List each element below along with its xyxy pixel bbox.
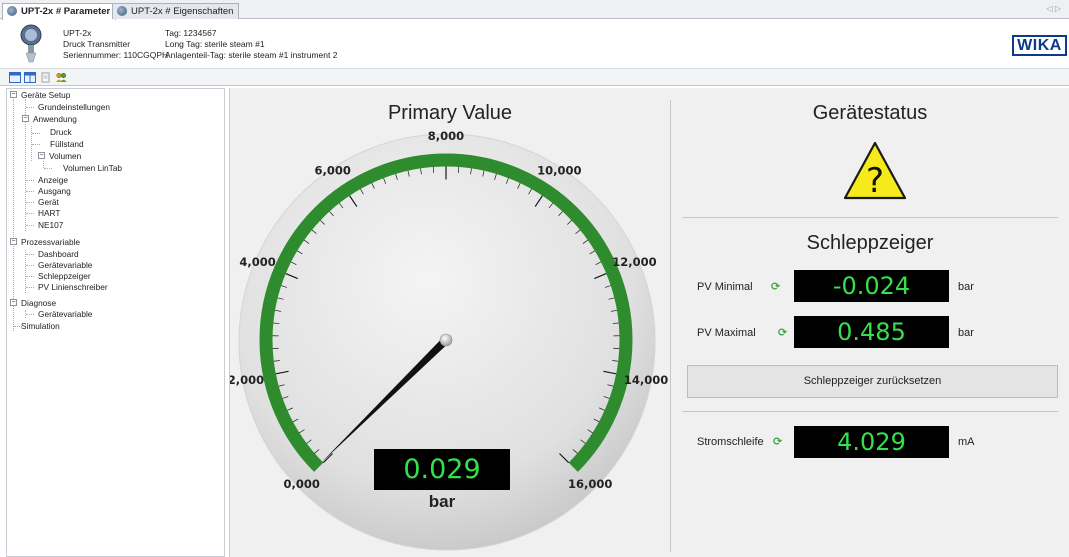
gauge-scale-label: 6,000 (314, 163, 350, 177)
tab-eigenschaften-label: UPT-2x # Eigenschaften (131, 6, 234, 17)
toolbar (0, 68, 1069, 86)
pv-max-unit: bar (958, 327, 974, 339)
device-icon (117, 6, 127, 16)
expander-icon[interactable]: − (10, 91, 17, 98)
loop-current-unit: mA (958, 436, 975, 448)
pv-min-display: -0.024 (794, 270, 949, 302)
tab-parameter[interactable]: UPT-2x # Parameter (2, 3, 117, 20)
navigation-tree: − Geräte Setup Grundeinstellungen − Anwe… (6, 88, 225, 557)
expander-icon[interactable]: − (10, 238, 17, 245)
tree-item-volumen[interactable]: Volumen (49, 151, 81, 161)
pv-min-unit: bar (958, 281, 974, 293)
loop-current-label: Stromschleife (697, 436, 764, 448)
transmitter-icon (20, 24, 42, 63)
tree-item-prozessvariable[interactable]: Prozessvariable (21, 237, 80, 247)
gauge-scale-label: 14,000 (624, 373, 668, 387)
expander-icon[interactable]: − (10, 299, 17, 306)
device-plant-tag: Anlagenteil-Tag: sterile steam #1 instru… (165, 50, 338, 60)
device-status-title: Gerätestatus (812, 102, 928, 124)
device-tag: Tag: 1234567 (165, 28, 217, 38)
tree-item-geraetevariable[interactable]: Gerätevariable (38, 260, 92, 270)
tree-item-ausgang[interactable]: Ausgang (38, 186, 71, 196)
tree-item-dashboard[interactable]: Dashboard (38, 249, 79, 259)
gauge-scale-label: 12,000 (612, 255, 656, 269)
warning-question-icon: ? (843, 141, 907, 201)
tree-item-diagnose[interactable]: Diagnose (21, 298, 56, 308)
tree-item-schleppzeiger[interactable]: Schleppzeiger (38, 271, 91, 281)
tree-item-anzeige[interactable]: Anzeige (38, 175, 68, 185)
document-icon[interactable] (40, 72, 52, 83)
users-icon[interactable] (55, 72, 67, 83)
tree-item-grundeinstellungen[interactable]: Grundeinstellungen (38, 102, 110, 112)
tree-item-ne107[interactable]: NE107 (38, 220, 63, 230)
pv-max-label: PV Maximal (697, 327, 756, 339)
tab-scroll-arrows[interactable]: ◁ ▷ (1046, 4, 1061, 13)
tree-item-druck[interactable]: Druck (50, 127, 72, 137)
gauge-scale-label: 10,000 (537, 163, 581, 177)
tree-item-hart[interactable]: HART (38, 208, 60, 218)
tree-item-volumen-lintab[interactable]: Volumen LinTab (63, 163, 122, 173)
tree-item-geraete-setup[interactable]: Geräte Setup (21, 90, 70, 100)
tree-item-geraet[interactable]: Gerät (38, 197, 59, 207)
tab-eigenschaften[interactable]: UPT-2x # Eigenschaften (112, 3, 240, 19)
device-long-tag: Long Tag: sterile steam #1 (165, 39, 265, 49)
refresh-icon[interactable]: ⟳ (778, 326, 787, 339)
gauge-scale-label: 4,000 (239, 255, 275, 269)
device-header: UPT-2x Druck Transmitter Seriennummer: 1… (0, 20, 1069, 67)
tab-strip: UPT-2x # Parameter UPT-2x # Eigenschafte… (0, 0, 1069, 20)
window-split-icon[interactable] (24, 72, 36, 83)
expander-icon[interactable]: − (38, 152, 45, 159)
tab-parameter-label: UPT-2x # Parameter (21, 6, 111, 17)
window-icon[interactable] (9, 72, 21, 83)
tree-item-diagnose-geraetevariable[interactable]: Gerätevariable (38, 309, 92, 319)
panel-divider (670, 100, 671, 552)
gauge-hub (439, 333, 453, 347)
expander-icon[interactable]: − (22, 115, 29, 122)
tree-item-anwendung[interactable]: Anwendung (33, 114, 77, 124)
refresh-icon[interactable]: ⟳ (771, 280, 780, 293)
drag-pointer-title: Schleppzeiger (806, 232, 934, 254)
main-panel: Primary Value 0,000 2,000 4,000 6,000 8,000 1… (229, 88, 1069, 557)
device-icon (7, 6, 17, 16)
status-divider (682, 217, 1058, 218)
reset-drag-pointer-button[interactable]: Schleppzeiger zurücksetzen (687, 365, 1058, 398)
gauge-scale-label: 0,000 (284, 477, 320, 491)
device-model: UPT-2x (63, 28, 92, 38)
tree-item-pv-linienschreiber[interactable]: PV Linienschreiber (38, 282, 108, 292)
loop-divider (682, 411, 1058, 412)
device-serial: Seriennummer: 110CGQPH (63, 50, 169, 60)
svg-text:?: ? (866, 161, 884, 201)
wika-logo: WIKA (1012, 35, 1067, 56)
pv-min-label: PV Minimal (697, 281, 753, 293)
loop-current-display: 4.029 (794, 426, 949, 458)
tree-item-fuellstand[interactable]: Füllstand (50, 139, 84, 149)
primary-value-unit: bar (428, 492, 456, 511)
refresh-icon[interactable]: ⟳ (773, 435, 782, 448)
primary-value-display: 0.029 (374, 449, 510, 490)
tree-item-simulation[interactable]: Simulation (21, 321, 60, 331)
gauge-scale-label: 16,000 (568, 477, 612, 491)
gauge-scale-label: 2,000 (230, 373, 264, 387)
pv-max-display: 0.485 (794, 316, 949, 348)
gauge-scale-label: 8,000 (428, 129, 464, 143)
device-type: Druck Transmitter (63, 39, 131, 49)
